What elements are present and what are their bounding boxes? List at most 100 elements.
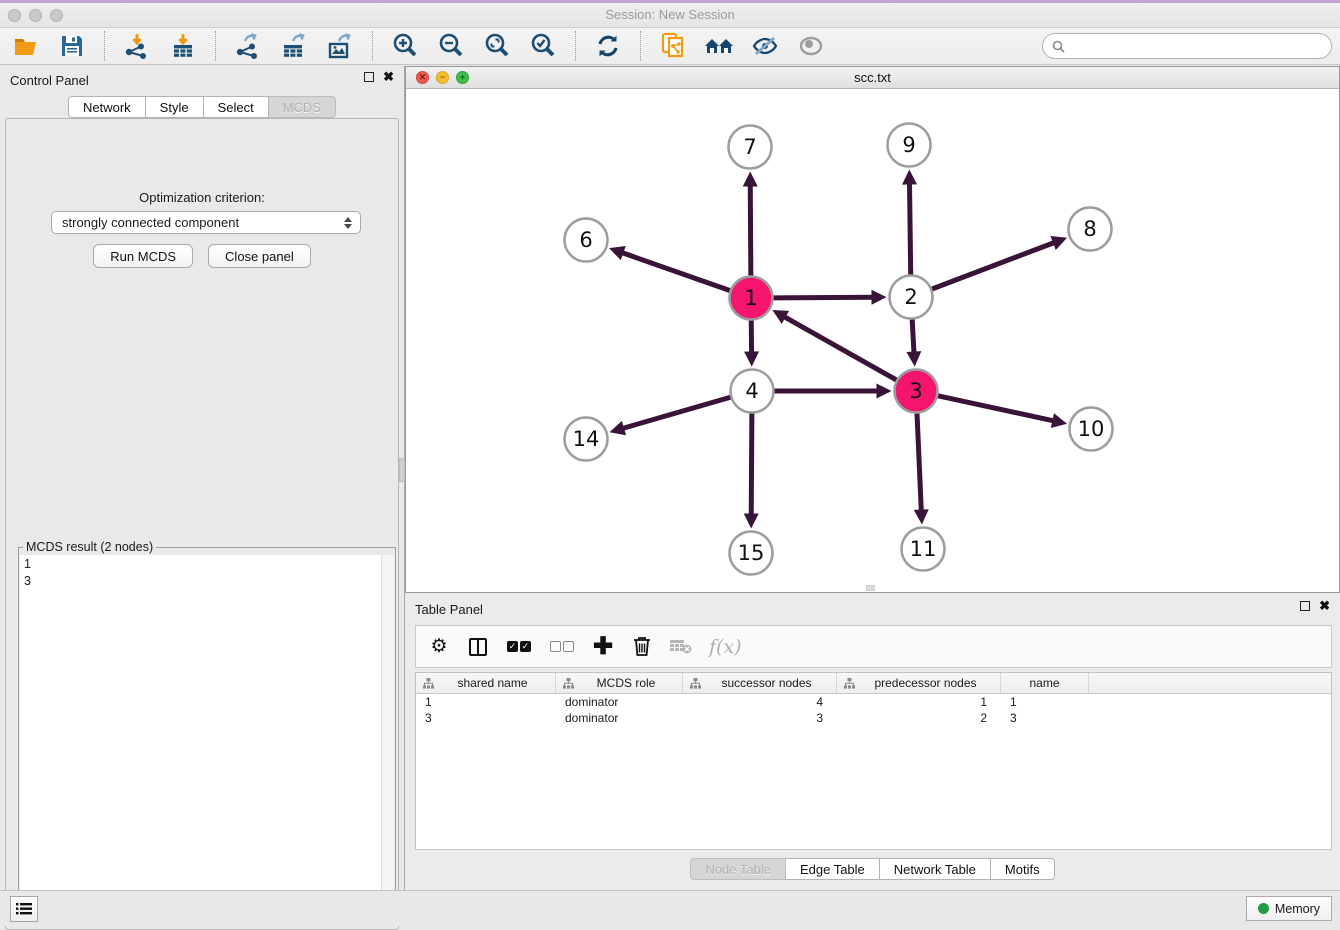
criterion-value: strongly connected component <box>62 215 344 230</box>
float-panel-icon[interactable] <box>364 72 374 82</box>
zoom-fit-icon[interactable] <box>479 31 515 61</box>
optimization-criterion-label: Optimization criterion: <box>6 190 398 205</box>
export-table-icon[interactable] <box>276 31 312 61</box>
table-row[interactable]: 1dominator411 <box>416 694 1331 710</box>
close-panel-button[interactable]: Close panel <box>208 244 311 268</box>
search-input[interactable] <box>1070 39 1322 54</box>
gear-icon[interactable]: ⚙ <box>428 635 450 659</box>
edge-arrowhead <box>906 351 921 366</box>
run-mcds-button[interactable]: Run MCDS <box>93 244 193 268</box>
result-scrollbar[interactable] <box>381 555 394 919</box>
column-header-shared-name[interactable]: shared name <box>416 673 556 693</box>
node-label-4: 4 <box>745 379 758 403</box>
table-cell[interactable]: dominator <box>556 710 683 726</box>
task-history-button[interactable] <box>10 896 38 922</box>
node-label-10: 10 <box>1078 417 1105 441</box>
zoom-selected-icon[interactable] <box>525 31 561 61</box>
tab-mcds[interactable]: MCDS <box>269 96 336 118</box>
export-image-icon[interactable] <box>322 31 358 61</box>
save-session-icon[interactable] <box>54 31 90 61</box>
network-graph[interactable]: 7968124314101511 <box>406 89 1339 592</box>
search-box[interactable] <box>1042 33 1332 59</box>
node-label-11: 11 <box>910 537 937 561</box>
import-network-icon[interactable] <box>119 31 155 61</box>
split-column-icon[interactable] <box>467 635 489 659</box>
edge-2-8[interactable] <box>932 242 1057 289</box>
import-table-icon[interactable] <box>165 31 201 61</box>
column-header-name[interactable]: name <box>1001 673 1089 693</box>
edge-arrowhead <box>743 171 758 186</box>
close-panel-icon[interactable]: ✖ <box>1319 601 1330 611</box>
column-header-mcds-role[interactable]: MCDS role <box>556 673 683 693</box>
table-cell[interactable]: dominator <box>556 694 683 710</box>
edge-arrowhead <box>610 421 626 435</box>
table-cell[interactable]: 1 <box>837 694 1001 710</box>
table-cell[interactable]: 3 <box>683 710 837 726</box>
float-panel-icon[interactable] <box>1300 601 1310 611</box>
open-session-icon[interactable] <box>8 31 44 61</box>
zoom-out-icon[interactable] <box>433 31 469 61</box>
table-cell[interactable]: 2 <box>837 710 1001 726</box>
add-column-icon[interactable]: ✚ <box>592 635 614 659</box>
edge-2-9[interactable] <box>909 180 910 274</box>
apply-layout-icon[interactable] <box>590 31 626 61</box>
select-all-icon[interactable]: ✓✓ <box>506 635 532 659</box>
tab-network[interactable]: Network <box>68 96 146 118</box>
first-neighbors-icon[interactable] <box>701 31 737 61</box>
table-toolbar: ⚙ ✓✓ ✚ f(x) <box>415 625 1332 668</box>
edge-1-6[interactable] <box>619 252 729 291</box>
node-label-7: 7 <box>743 135 756 159</box>
edge-arrowhead <box>744 513 759 528</box>
table-cell[interactable]: 3 <box>1001 710 1089 726</box>
tab-motifs[interactable]: Motifs <box>991 858 1055 880</box>
node-table[interactable]: shared nameMCDS rolesuccessor nodesprede… <box>415 672 1332 850</box>
hierarchy-icon <box>563 678 574 689</box>
edge-2-3[interactable] <box>912 319 914 355</box>
table-panel-title: Table Panel <box>415 602 483 617</box>
close-panel-icon[interactable]: ✖ <box>383 72 394 82</box>
network-window-title: scc.txt <box>406 70 1339 85</box>
tab-select[interactable]: Select <box>204 96 269 118</box>
delete-column-icon[interactable] <box>631 635 653 659</box>
edge-3-11[interactable] <box>917 413 921 513</box>
export-network-icon[interactable] <box>230 31 266 61</box>
edge-1-2[interactable] <box>773 297 875 298</box>
table-cell[interactable]: 3 <box>416 710 556 726</box>
network-splitter-grip[interactable] <box>866 585 875 591</box>
node-label-8: 8 <box>1083 217 1096 241</box>
column-header-successor-nodes[interactable]: successor nodes <box>683 673 837 693</box>
table-cell[interactable]: 1 <box>1001 694 1089 710</box>
edge-arrowhead <box>744 351 759 366</box>
search-icon <box>1052 40 1065 53</box>
hide-selected-icon[interactable] <box>747 31 783 61</box>
edge-3-10[interactable] <box>938 396 1056 422</box>
table-cell[interactable]: 1 <box>416 694 556 710</box>
table-row[interactable]: 3dominator323 <box>416 710 1331 726</box>
tab-network-table[interactable]: Network Table <box>880 858 991 880</box>
criterion-select[interactable]: strongly connected component <box>51 211 361 234</box>
tab-edge-table[interactable]: Edge Table <box>786 858 880 880</box>
network-view-window: ✕ − + scc.txt 7968124314101511 <box>405 66 1340 593</box>
mcds-result-textarea[interactable]: 1 3 <box>20 555 394 919</box>
zoom-in-icon[interactable] <box>387 31 423 61</box>
application-window: Session: New Session <box>0 0 1340 926</box>
edge-3-1[interactable] <box>782 315 896 380</box>
toolbar-separator <box>575 31 576 61</box>
edge-4-15[interactable] <box>751 413 752 517</box>
network-window-titlebar[interactable]: ✕ − + scc.txt <box>406 67 1339 89</box>
edge-1-7[interactable] <box>750 182 751 275</box>
edge-4-14[interactable] <box>620 397 730 429</box>
memory-button[interactable]: Memory <box>1246 896 1332 921</box>
control-panel: Control Panel ✖ NetworkStyleSelectMCDS O… <box>0 66 405 890</box>
tab-node-table[interactable]: Node Table <box>690 858 786 880</box>
table-cell[interactable]: 4 <box>683 694 837 710</box>
mcds-result-legend: MCDS result (2 nodes) <box>23 540 156 554</box>
tab-style[interactable]: Style <box>146 96 204 118</box>
node-label-15: 15 <box>738 541 765 565</box>
hierarchy-icon <box>844 678 855 689</box>
network-canvas[interactable]: 7968124314101511 <box>406 89 1339 592</box>
duplicate-network-icon[interactable] <box>655 31 691 61</box>
node-label-2: 2 <box>904 285 917 309</box>
deselect-all-icon[interactable] <box>549 635 575 659</box>
column-header-predecessor-nodes[interactable]: predecessor nodes <box>837 673 1001 693</box>
